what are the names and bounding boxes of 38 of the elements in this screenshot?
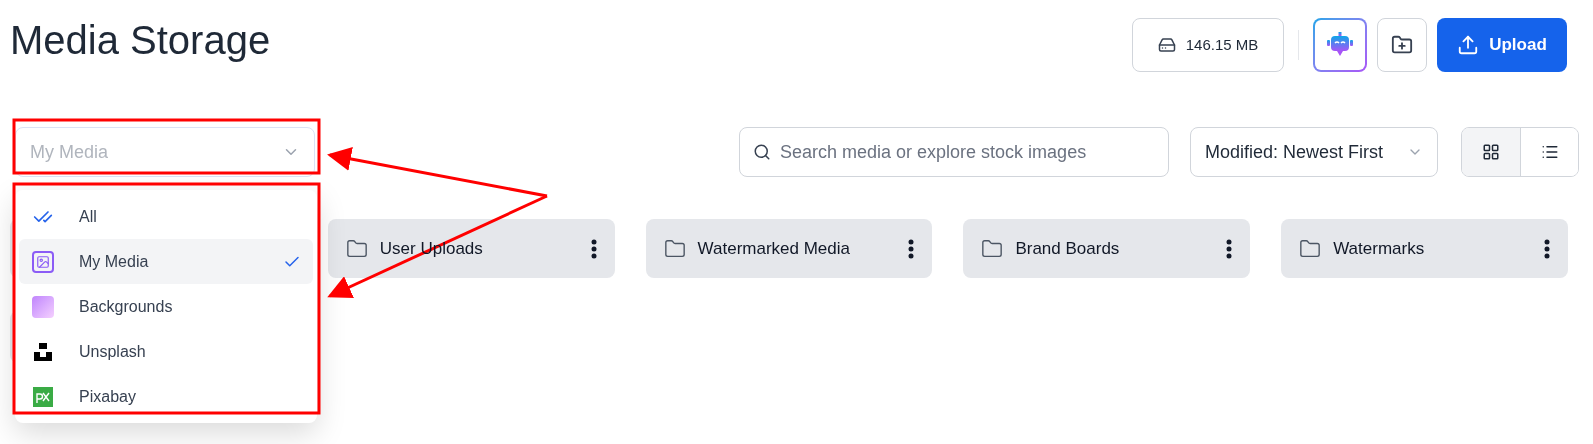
more-icon bbox=[908, 238, 915, 259]
grid-icon bbox=[1482, 143, 1500, 161]
unsplash-logo-icon bbox=[33, 341, 53, 362]
page-title: Media Storage bbox=[10, 17, 271, 64]
pixabay-logo-icon bbox=[33, 386, 53, 407]
folder-icon bbox=[1299, 237, 1322, 260]
folder-name: Brand Boards bbox=[1015, 237, 1120, 260]
search-field[interactable]: Search media or explore stock images bbox=[739, 127, 1169, 177]
folder-card[interactable]: Watermarks bbox=[1281, 219, 1568, 278]
storage-usage-button[interactable]: 146.15 MB bbox=[1132, 18, 1284, 72]
source-menu-item[interactable]: Pixabay bbox=[19, 374, 313, 419]
folder-icon bbox=[345, 237, 368, 260]
hard-drive-icon bbox=[1157, 36, 1176, 54]
upload-icon bbox=[1457, 34, 1480, 56]
folder-name: Watermarked Media bbox=[697, 237, 850, 260]
sort-select[interactable]: Modified: Newest First bbox=[1190, 127, 1438, 177]
folder-name: Watermarks bbox=[1333, 237, 1425, 260]
grid-view-button[interactable] bbox=[1462, 128, 1520, 176]
folder-card[interactable]: Brand Boards bbox=[963, 219, 1251, 278]
search-icon bbox=[753, 143, 771, 161]
folder-plus-icon bbox=[1391, 34, 1413, 56]
folder-card[interactable]: Watermarked Media bbox=[645, 219, 933, 278]
image-icon bbox=[32, 250, 54, 273]
new-folder-button[interactable] bbox=[1377, 18, 1427, 72]
source-menu-item[interactable]: All bbox=[19, 194, 313, 239]
more-icon bbox=[590, 238, 597, 259]
more-icon bbox=[1544, 238, 1550, 259]
ai-assistant-button[interactable] bbox=[1313, 18, 1367, 72]
list-icon bbox=[1540, 143, 1559, 161]
source-menu-item[interactable]: Backgrounds bbox=[19, 284, 313, 329]
folder-icon bbox=[663, 237, 686, 260]
source-menu-item[interactable]: Unsplash bbox=[19, 329, 313, 374]
gradient-swatch-icon bbox=[32, 295, 54, 318]
upload-button[interactable]: Upload bbox=[1437, 18, 1567, 72]
source-menu-item[interactable]: My Media bbox=[19, 239, 313, 284]
more-icon bbox=[1226, 238, 1233, 259]
folder-icon bbox=[981, 237, 1004, 260]
storage-size: 146.15 MB bbox=[1185, 34, 1259, 55]
